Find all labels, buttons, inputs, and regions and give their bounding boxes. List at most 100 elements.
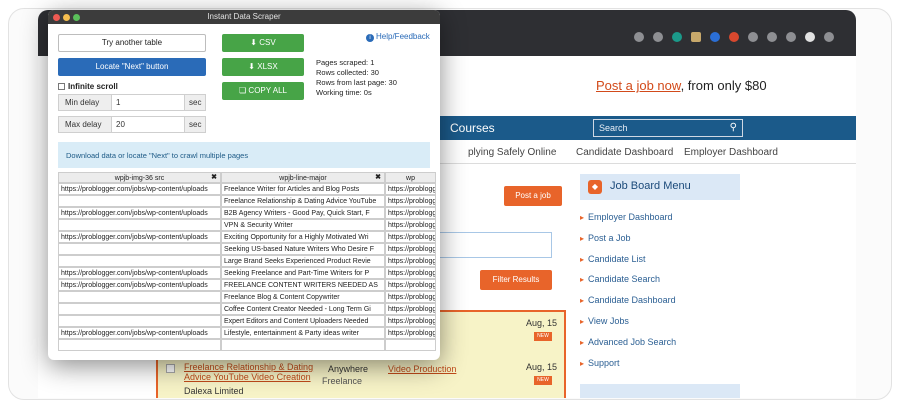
share-icon[interactable] <box>634 32 644 42</box>
listing-category[interactable]: Video Production <box>388 364 456 374</box>
remove-column-icon[interactable]: ✖ <box>375 173 381 182</box>
listing-title[interactable]: Freelance Relationship & Dating Advice Y… <box>184 362 324 382</box>
column-header[interactable]: wp <box>385 172 436 183</box>
menu-item-post-a-job[interactable]: ▸ Post a Job <box>580 233 750 254</box>
listing-location: Anywhere <box>328 364 369 374</box>
new-badge: NEW <box>534 376 552 385</box>
table-row: https://problogger.com/jobs/wp-content/u… <box>58 279 436 291</box>
try-another-table-button[interactable]: Try another table <box>58 34 206 52</box>
menu-item-candidate-list[interactable]: ▸ Candidate List <box>580 254 750 275</box>
extension-icon[interactable] <box>729 32 739 42</box>
csv-button[interactable]: ⬇ CSV <box>222 34 304 52</box>
max-delay-input[interactable]: 20 <box>111 117 185 132</box>
table-cell <box>58 255 221 267</box>
download-icon: ⬇ <box>250 38 260 47</box>
table-row: https://problogger.com/jobs/wp-content/u… <box>58 327 436 339</box>
extension-icon[interactable] <box>672 32 682 42</box>
table-cell: https://problogge <box>385 231 436 243</box>
table-cell: Expert Editors and Content Uploaders Nee… <box>221 315 385 327</box>
rows-collected: Rows collected: 30 <box>316 68 379 77</box>
subnav-candidate-dashboard[interactable]: Candidate Dashboard <box>576 147 673 158</box>
min-delay-input[interactable]: 1 <box>111 95 185 110</box>
min-delay-unit: sec <box>189 98 202 107</box>
main-nav: Courses Search ⚲ <box>428 116 856 140</box>
table-cell: FREELANCE CONTENT WRITERS NEEDED AS <box>221 279 385 291</box>
arrow-icon: ▸ <box>580 316 585 326</box>
table-cell: https://problogge <box>385 327 436 339</box>
menu-item-candidate-search[interactable]: ▸ Candidate Search <box>580 274 750 295</box>
xlsx-button[interactable]: ⬇ XLSX <box>222 58 304 76</box>
menu-icon[interactable] <box>824 32 834 42</box>
rows-last-page: Rows from last page: 30 <box>316 78 397 87</box>
menu-item-employer-dashboard[interactable]: ▸ Employer Dashboard <box>580 212 750 233</box>
infinite-scroll-option[interactable]: Infinite scroll <box>58 82 118 91</box>
avatar[interactable] <box>805 32 815 42</box>
extension-icon[interactable] <box>710 32 720 42</box>
table-cell: https://problogge <box>385 255 436 267</box>
table-cell: Lifestyle, entertainment & Party ideas w… <box>221 327 385 339</box>
scrape-stats: Pages scraped: 1 Rows collected: 30 Rows… <box>316 58 397 98</box>
table-cell: Seeking Freelance and Part-Time Writers … <box>221 267 385 279</box>
table-row: https://problogger.com/jobs/wp-content/u… <box>58 207 436 219</box>
subnav-item[interactable]: plying Safely Online <box>468 147 556 158</box>
column-header[interactable]: wpjb-img-36 src ✖ <box>58 172 221 183</box>
table-row: Freelance Relationship & Dating Advice Y… <box>58 195 436 207</box>
table-row: Expert Editors and Content Uploaders Nee… <box>58 315 436 327</box>
max-delay-label: Max delay <box>65 120 102 129</box>
search-icon[interactable]: ⚲ <box>730 122 737 133</box>
table-cell: https://problogger.com/jobs/wp-content/u… <box>58 183 221 195</box>
search-input[interactable]: Search ⚲ <box>593 119 743 137</box>
table-cell: Coffee Content Creator Needed - Long Ter… <box>221 303 385 315</box>
table-row <box>58 339 436 351</box>
search-placeholder: Search <box>599 123 628 133</box>
table-cell: VPN & Security Writer <box>221 219 385 231</box>
extension-icon[interactable] <box>691 32 701 42</box>
working-time: Working time: 0s <box>316 88 372 97</box>
column-header[interactable]: wpjb-line-major ✖ <box>221 172 385 183</box>
extension-icon[interactable] <box>748 32 758 42</box>
close-window-button[interactable] <box>53 14 60 21</box>
table-row: https://problogger.com/jobs/wp-content/u… <box>58 183 436 195</box>
minimize-window-button[interactable] <box>63 14 70 21</box>
infinite-scroll-checkbox[interactable] <box>58 83 65 90</box>
max-delay-field: Max delay 20 sec <box>58 116 206 133</box>
table-row: https://problogger.com/jobs/wp-content/u… <box>58 231 436 243</box>
scraper-popup: Instant Data Scraper Try another table L… <box>48 10 440 360</box>
table-cell: https://problogger.com/jobs/wp-content/u… <box>58 231 221 243</box>
arrow-icon: ▸ <box>580 213 585 222</box>
subnav-employer-dashboard[interactable]: Employer Dashboard <box>684 147 778 158</box>
menu-item-advanced-job-search[interactable]: ▸ Advanced Job Search <box>580 337 750 358</box>
download-icon: ⬇ <box>248 62 258 71</box>
arrow-icon: ▸ <box>580 296 585 306</box>
sidebar-icon[interactable] <box>786 32 796 42</box>
table-cell <box>385 339 436 351</box>
popup-title: Instant Data Scraper <box>207 12 281 21</box>
post-a-job-button[interactable]: Post a job <box>504 186 562 206</box>
remove-column-icon[interactable]: ✖ <box>211 173 217 182</box>
sidebar-panel <box>580 384 740 398</box>
data-table: wpjb-img-36 src ✖ wpjb-line-major ✖ wp htt… <box>58 172 436 360</box>
copy-all-button[interactable]: ❏ COPY ALL <box>222 82 304 100</box>
table-cell <box>58 243 221 255</box>
filter-results-button[interactable]: Filter Results <box>480 270 552 290</box>
menu-item-support[interactable]: ▸ Support <box>580 358 750 379</box>
job-search-field[interactable] <box>428 232 552 258</box>
table-cell: Freelance Relationship & Dating Advice Y… <box>221 195 385 207</box>
star-icon[interactable] <box>653 32 663 42</box>
listing-checkbox[interactable] <box>166 364 175 373</box>
locate-next-button[interactable]: Locate "Next" button <box>58 58 206 76</box>
help-feedback-link[interactable]: i Help/Feedback <box>366 32 430 42</box>
menu-item-candidate-dashboard[interactable]: ▸ Candidate Dashboard <box>580 295 750 316</box>
arrow-icon: ▸ <box>580 275 585 285</box>
maximize-window-button[interactable] <box>73 14 80 21</box>
menu-item-view-jobs[interactable]: ▸ View Jobs <box>580 316 750 337</box>
table-cell <box>58 303 221 315</box>
table-cell <box>58 219 221 231</box>
table-cell: https://problogge <box>385 279 436 291</box>
info-icon: i <box>366 34 374 42</box>
table-cell: https://problogge <box>385 207 436 219</box>
table-cell: Freelance Writer for Articles and Blog P… <box>221 183 385 195</box>
post-job-link[interactable]: Post a job now <box>596 78 681 93</box>
nav-courses[interactable]: Courses <box>450 121 495 135</box>
puzzle-icon[interactable] <box>767 32 777 42</box>
